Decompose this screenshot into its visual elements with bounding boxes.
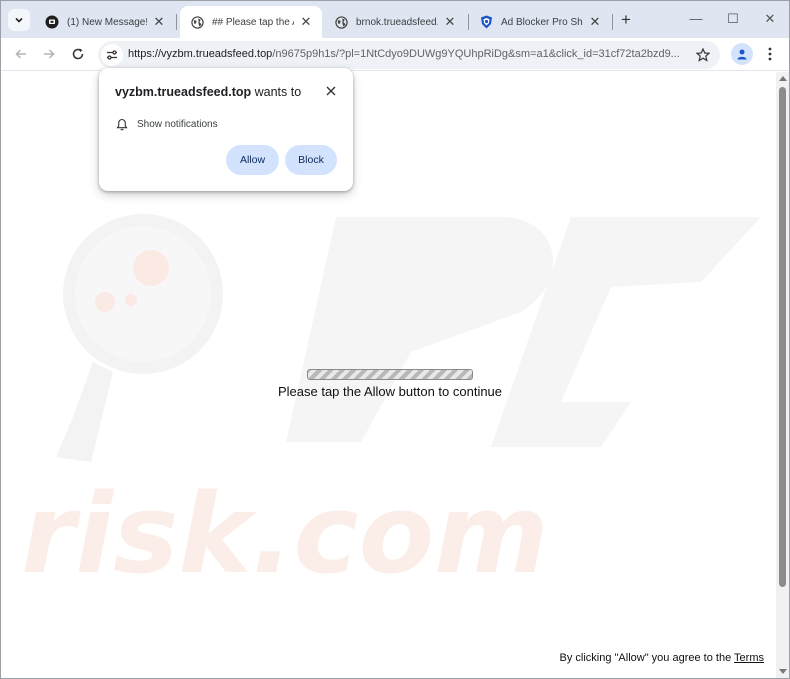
back-button[interactable] [11, 44, 31, 64]
arrow-right-icon [44, 49, 55, 59]
minimize-button[interactable]: — [687, 10, 705, 28]
star-icon [696, 48, 710, 62]
menu-button[interactable] [761, 43, 779, 65]
tab-strip: (1) New Message! ✕ ## Please tap the All… [1, 1, 789, 38]
reload-icon [72, 48, 84, 60]
bookmark-button[interactable] [694, 46, 712, 64]
continue-message: Please tap the Allow button to continue [277, 384, 503, 399]
arrow-left-icon [15, 49, 26, 59]
popup-title: vyzbm.trueadsfeed.top wants to [115, 85, 301, 99]
tab-divider [612, 14, 613, 30]
tab-close-icon[interactable]: ✕ [442, 14, 458, 30]
tab-title: Ad Blocker Pro Shield [501, 16, 583, 28]
permission-row: Show notifications [115, 117, 218, 131]
url-path: /n9675p9h1s/?pl=1NtCdyo9DUWg9YQUhpRiDg&s… [272, 48, 680, 60]
tab-ad-blocker[interactable]: Ad Blocker Pro Shield ✕ [469, 6, 611, 38]
tab-title: ## Please tap the Allow [212, 16, 294, 28]
scroll-up-arrow-icon[interactable] [779, 76, 787, 81]
close-icon [326, 86, 336, 96]
tab-please-tap-allow[interactable]: ## Please tap the Allow ✕ [180, 6, 322, 38]
bell-icon [115, 117, 129, 131]
forward-button[interactable] [39, 44, 59, 64]
new-tab-button[interactable]: + [616, 10, 636, 30]
popup-suffix: wants to [254, 85, 302, 99]
tab-close-icon[interactable]: ✕ [298, 14, 314, 30]
block-button[interactable]: Block [285, 145, 337, 175]
url-host: https://vyzbm.trueadsfeed.top [128, 48, 273, 60]
globe-icon [334, 15, 348, 29]
popup-site: vyzbm.trueadsfeed.top [115, 85, 252, 99]
globe-icon [190, 15, 204, 29]
tab-close-icon[interactable]: ✕ [151, 14, 167, 30]
watermark-text: risk.com [21, 470, 549, 598]
chevron-down-icon [15, 17, 23, 23]
tab-divider [176, 14, 177, 30]
allow-button[interactable]: Allow [226, 145, 279, 175]
permission-label: Show notifications [137, 118, 218, 130]
tune-icon [107, 50, 117, 60]
reload-button[interactable] [68, 44, 88, 64]
maximize-button[interactable]: ☐ [724, 10, 742, 28]
terms-prefix: By clicking "Allow" you agree to the [559, 652, 732, 664]
tab-new-message[interactable]: (1) New Message! ✕ [35, 6, 175, 38]
progress-bar [307, 369, 473, 380]
scrollbar[interactable] [776, 72, 789, 678]
url-text[interactable]: https://vyzbm.trueadsfeed.top/n9675p9h1s… [128, 48, 688, 60]
scroll-down-arrow-icon[interactable] [779, 669, 787, 674]
tab-title: (1) New Message! [67, 16, 147, 28]
tab-search-button[interactable] [8, 9, 30, 31]
shield-icon [479, 15, 493, 29]
tab-close-icon[interactable]: ✕ [587, 14, 603, 30]
close-window-button[interactable]: ✕ [761, 10, 779, 28]
terms-link[interactable]: Terms [734, 652, 764, 664]
toolbar: https://vyzbm.trueadsfeed.top/n9675p9h1s… [1, 38, 789, 71]
site-info-button[interactable] [101, 44, 123, 66]
message-icon [45, 15, 59, 29]
tab-title: brnok.trueadsfeed.top [356, 16, 438, 28]
tab-brnok[interactable]: brnok.trueadsfeed.top ✕ [324, 6, 466, 38]
notification-permission-popup: vyzbm.trueadsfeed.top wants to Show noti… [99, 68, 353, 191]
terms-notice: By clicking "Allow" you agree to the Ter… [560, 652, 764, 664]
scroll-thumb[interactable] [779, 87, 786, 587]
more-vert-icon [768, 47, 772, 61]
address-bar[interactable]: https://vyzbm.trueadsfeed.top/n9675p9h1s… [98, 41, 720, 69]
profile-button[interactable] [731, 43, 753, 65]
popup-close-button[interactable] [323, 83, 339, 99]
person-icon [737, 49, 747, 60]
browser-window: (1) New Message! ✕ ## Please tap the All… [0, 0, 790, 679]
